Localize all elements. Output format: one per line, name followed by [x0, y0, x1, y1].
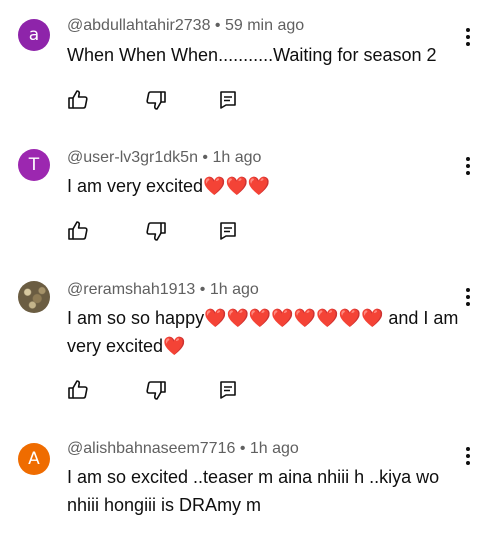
avatar[interactable] [18, 281, 50, 313]
avatar[interactable]: a [18, 19, 50, 51]
thumbs-down-icon[interactable] [144, 88, 168, 112]
comment-time: 1h ago [249, 440, 299, 457]
comment-meta: @abdullahtahir2738 • 59 min ago [67, 17, 304, 35]
comment-author[interactable]: @alishbahnaseem7716 [67, 440, 235, 457]
thumbs-down-icon[interactable] [144, 378, 168, 402]
more-vertical-icon[interactable] [458, 154, 478, 178]
comment-text: When When When...........Waiting for sea… [67, 45, 437, 65]
thumbs-up-icon[interactable] [66, 378, 90, 402]
reply-icon[interactable] [216, 378, 240, 402]
more-vertical-icon[interactable] [458, 285, 478, 309]
avatar[interactable]: T [18, 149, 50, 181]
thumbs-up-icon[interactable] [66, 219, 90, 243]
comment-meta: @user-lv3gr1dk5n • 1h ago [67, 149, 261, 167]
meta-separator: • [239, 440, 246, 457]
more-vertical-icon[interactable] [458, 444, 478, 468]
comment-time: 1h ago [212, 149, 262, 166]
meta-separator: • [202, 149, 209, 166]
comment-time: 59 min ago [224, 17, 305, 34]
comment-text: I am very excited❤️❤️❤️ [67, 176, 271, 196]
comment-text: I am so excited ..teaser m aina nhiii h … [67, 467, 440, 515]
meta-separator: • [214, 17, 221, 34]
reply-icon[interactable] [216, 219, 240, 243]
thumbs-down-icon[interactable] [144, 219, 168, 243]
comment-time: 1h ago [209, 281, 259, 298]
comment-meta: @reramshah1913 • 1h ago [67, 281, 259, 299]
comment-meta: @alishbahnaseem7716 • 1h ago [67, 440, 299, 458]
avatar[interactable]: A [18, 443, 50, 475]
reply-icon[interactable] [216, 88, 240, 112]
comment-text: I am so so happy❤️❤️❤️❤️❤️❤️❤️❤️ and I a… [67, 308, 459, 356]
meta-separator: • [199, 281, 206, 298]
thumbs-up-icon[interactable] [66, 88, 90, 112]
comment-author[interactable]: @user-lv3gr1dk5n [67, 149, 198, 166]
more-vertical-icon[interactable] [458, 25, 478, 49]
comment-author[interactable]: @reramshah1913 [67, 281, 195, 298]
comment-author[interactable]: @abdullahtahir2738 [67, 17, 210, 34]
